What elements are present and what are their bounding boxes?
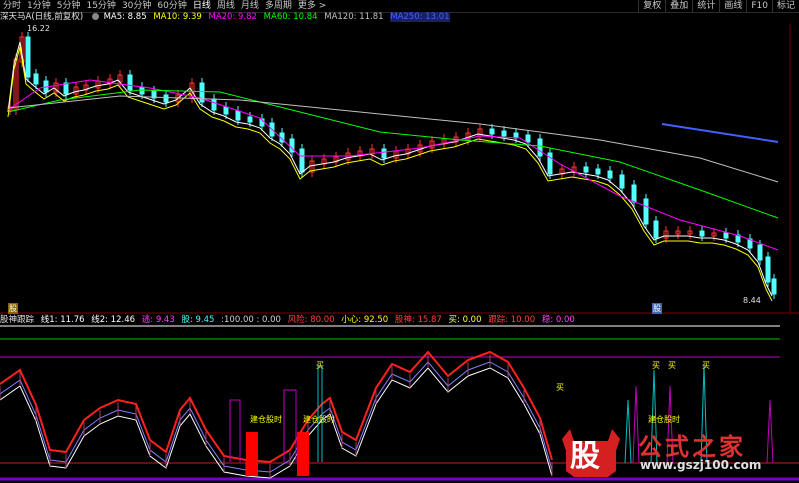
buy-value: 买: 0.00	[448, 315, 482, 325]
candle-body	[63, 82, 69, 95]
candle-body	[699, 230, 705, 237]
buy-signal-4: 买	[702, 361, 710, 370]
candle-body	[765, 256, 771, 283]
escape-value: 逃: 9.43	[141, 315, 175, 325]
candle-body	[757, 244, 763, 261]
signal-label-3: 建仓股时	[648, 415, 680, 424]
candle-body	[211, 98, 217, 111]
ma250-line	[661, 123, 779, 143]
watermark-url: www.gszj100.com	[640, 458, 762, 472]
candle-body	[381, 148, 387, 159]
candle-body	[501, 130, 507, 137]
candlestick-series	[7, 32, 777, 299]
high-price-marker: 16.22	[27, 24, 50, 33]
chart-canvas[interactable]	[0, 0, 799, 483]
ma120-line	[7, 95, 779, 183]
candle-body	[33, 73, 39, 85]
buy-signal-2: 买	[652, 361, 660, 370]
steady-value: 稳: 0.00	[541, 315, 575, 325]
candle-body	[235, 110, 241, 121]
buy-signal-5: 买	[556, 383, 564, 392]
candle-body	[537, 138, 543, 157]
candle-body	[247, 116, 253, 123]
track-value: 跟踪: 10.00	[488, 315, 536, 325]
candle-body	[653, 220, 659, 239]
candle-body	[595, 168, 601, 175]
candle-body	[25, 36, 31, 78]
signal-label-2: 建仓股时	[303, 415, 335, 424]
signal-rect-1	[229, 399, 241, 462]
line1-value: 线1: 11.76	[40, 315, 85, 325]
candle-body	[163, 94, 169, 103]
stock-value: 股: 9.45	[181, 315, 215, 325]
ratio-value: :100.00 : 0.00	[221, 315, 281, 325]
candle-body	[525, 134, 531, 143]
indicator-line-red	[0, 350, 553, 464]
watermark: 股 公式之家 www.gszj100.com	[560, 427, 792, 479]
line2-value: 线2: 12.46	[91, 315, 136, 325]
gushen-value: 股神: 15.87	[394, 315, 442, 325]
signal-label-1: 建仓股时	[250, 415, 282, 424]
entry-bar-2	[297, 432, 309, 476]
caution-value: 小心: 92.50	[341, 315, 389, 325]
moving-average-lines	[7, 41, 779, 302]
signal-rect-2	[283, 389, 297, 462]
ma5-line	[7, 41, 773, 297]
candle-body	[619, 174, 625, 189]
logo-character: 股	[570, 439, 600, 474]
candle-body	[607, 170, 613, 179]
candle-body	[771, 278, 777, 295]
candle-body	[299, 148, 305, 173]
buy-signal-1: 买	[316, 361, 324, 370]
candle-body	[723, 232, 729, 239]
ma20-line	[7, 79, 779, 251]
flag-label-left: 股	[8, 303, 18, 314]
flag-label-right: 股	[652, 303, 662, 314]
indicator-name[interactable]: 股神跟踪	[0, 315, 34, 325]
candle-body	[489, 128, 495, 135]
candle-body	[223, 106, 229, 115]
watermark-name: 公式之家	[638, 432, 746, 461]
candle-body	[127, 74, 133, 91]
indicator-legend: 股神跟踪 线1: 11.76 线2: 12.46 逃: 9.43 股: 9.45…	[0, 315, 579, 326]
candle-body	[631, 184, 637, 203]
candle-body	[643, 198, 649, 225]
entry-bar-1	[246, 432, 258, 476]
ma60-line	[7, 89, 779, 219]
buy-signal-3: 买	[668, 361, 676, 370]
low-price-marker: 8.44	[743, 296, 761, 305]
candle-body	[583, 166, 589, 173]
risk-value: 风险: 80.00	[287, 315, 335, 325]
